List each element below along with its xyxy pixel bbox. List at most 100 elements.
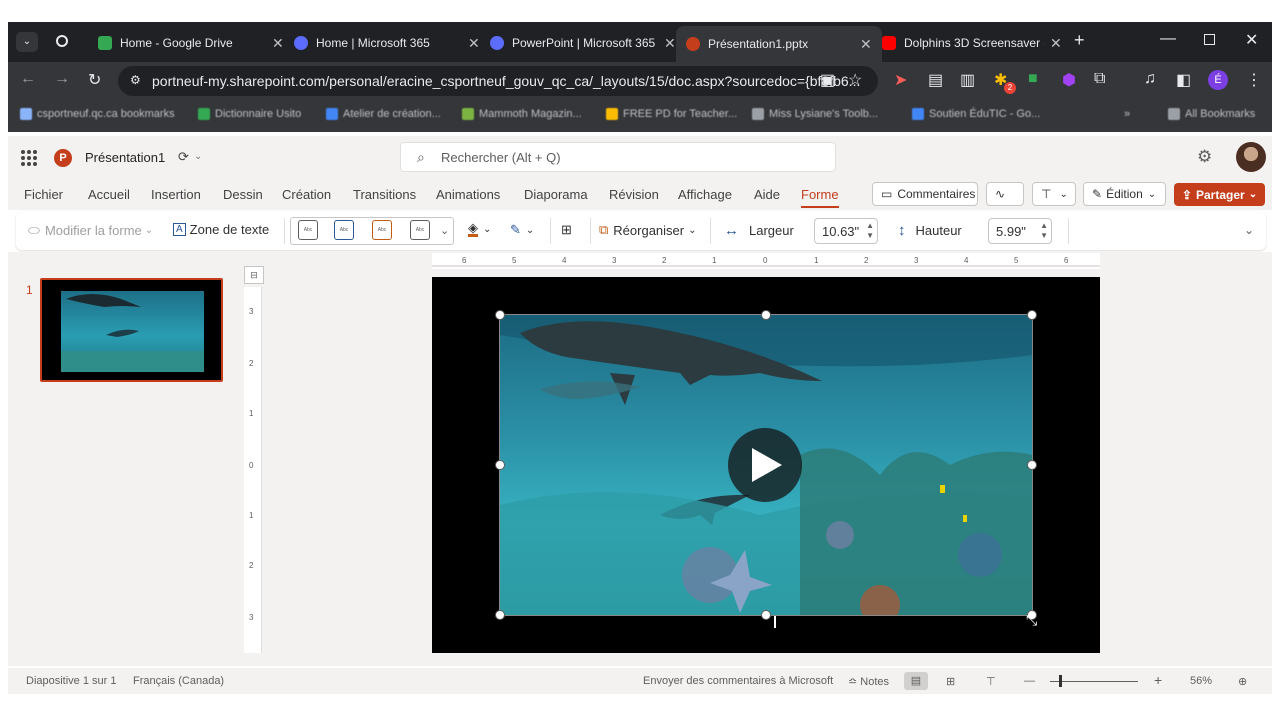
extension-green-icon[interactable]: ■	[1028, 70, 1038, 88]
shape-fill-button[interactable]: ◈ ⌄	[468, 221, 491, 237]
tab-fichier[interactable]: Fichier	[24, 187, 63, 202]
zoom-level[interactable]: 56%	[1190, 675, 1212, 687]
settings-gear-icon[interactable]: ⚙	[1197, 147, 1212, 167]
close-icon[interactable]: ✕	[664, 35, 676, 52]
resize-handle-top-left[interactable]	[495, 310, 505, 320]
tab-insertion[interactable]: Insertion	[151, 187, 201, 202]
width-input[interactable]: 10.63" ▲ ▼	[814, 218, 878, 244]
zoom-out-icon[interactable]: —	[1024, 675, 1035, 687]
bookmark-item[interactable]: Atelier de création...	[326, 108, 441, 120]
notes-button[interactable]: ≏ Notes	[848, 675, 889, 688]
text-box-button[interactable]: A Zone de texte	[173, 222, 269, 237]
chevron-down-icon[interactable]: ⌄	[194, 151, 202, 162]
arrange-button[interactable]: ⧉ Réorganiser ⌄	[599, 222, 697, 238]
reading-view-icon[interactable]: ⊤	[986, 675, 996, 688]
zoom-in-icon[interactable]: +	[1154, 672, 1162, 688]
height-input[interactable]: 5.99" ▲ ▼	[988, 218, 1052, 244]
minimize-icon[interactable]: —	[1160, 30, 1176, 48]
close-icon[interactable]: ✕	[860, 36, 872, 53]
zoom-slider[interactable]	[1050, 681, 1138, 682]
extension-arrow-icon[interactable]: ➤	[894, 70, 907, 90]
resize-handle-top-right[interactable]	[1027, 310, 1037, 320]
shape-outline-button[interactable]: ✎ ⌄	[510, 222, 534, 238]
resize-handle-left[interactable]	[495, 460, 505, 470]
close-icon[interactable]: ✕	[1050, 35, 1062, 52]
forward-icon[interactable]: →	[54, 70, 70, 88]
tab-revision[interactable]: Révision	[609, 187, 659, 202]
tab-transitions[interactable]: Transitions	[353, 187, 416, 202]
bookmark-item[interactable]: csportneuf.qc.ca bookmarks	[20, 108, 175, 120]
app-launcher-icon[interactable]	[21, 150, 37, 166]
video-play-button[interactable]	[728, 428, 802, 502]
search-box[interactable]: ⌕ Rechercher (Alt + Q)	[400, 142, 836, 172]
more-bookmarks-icon[interactable]: »	[1124, 108, 1130, 120]
editing-mode-button[interactable]: ✎ Édition ⌄	[1083, 182, 1166, 206]
close-icon[interactable]: ✕	[468, 35, 480, 52]
tab-google-drive[interactable]: Home - Google Drive ✕	[88, 28, 294, 58]
comments-button[interactable]: ▭ Commentaires	[872, 182, 978, 206]
bookmark-item[interactable]: Mammoth Magazin...	[462, 108, 582, 120]
resize-handle-top[interactable]	[761, 310, 771, 320]
bookmark-item[interactable]: Miss Lysiane's Toolb...	[752, 108, 878, 120]
shape-style-1[interactable]: Abc	[298, 220, 318, 240]
close-window-icon[interactable]: ✕	[1245, 30, 1258, 50]
resize-handle-bottom-left[interactable]	[495, 610, 505, 620]
browser-menu-icon[interactable]: ⋮	[1246, 70, 1262, 90]
tab-presentation-pptx[interactable]: Présentation1.pptx ✕	[676, 26, 882, 62]
language-indicator[interactable]: Français (Canada)	[133, 675, 224, 687]
document-title[interactable]: Présentation1	[85, 150, 165, 165]
tab-dolphins-youtube[interactable]: Dolphins 3D Screensaver - ✕	[872, 28, 1072, 58]
spinner-icon[interactable]: ▲ ▼	[1040, 221, 1048, 241]
fit-to-window-icon[interactable]: ⊕	[1238, 675, 1247, 688]
reload-icon[interactable]: ↻	[88, 70, 101, 90]
tab-accueil[interactable]: Accueil	[88, 187, 130, 202]
tab-search-button[interactable]: ⌄	[16, 32, 38, 52]
resize-handle-bottom[interactable]	[761, 610, 771, 620]
tab-creation[interactable]: Création	[282, 187, 331, 202]
side-panel-icon[interactable]: ◧	[1176, 70, 1191, 90]
slide-sorter-icon[interactable]: ⊞	[946, 675, 955, 688]
tab-animations[interactable]: Animations	[436, 187, 500, 202]
alt-text-button[interactable]: ⊞	[561, 222, 572, 238]
bookmark-item[interactable]: Dictionnaire Usito	[198, 108, 301, 120]
profile-avatar[interactable]: É	[1208, 70, 1228, 90]
tab-microsoft-365[interactable]: Home | Microsoft 365 ✕	[284, 28, 490, 58]
tab-dessin[interactable]: Dessin	[223, 187, 263, 202]
record-icon[interactable]	[56, 35, 68, 47]
media-control-icon[interactable]: ♫	[1144, 70, 1156, 88]
tab-aide[interactable]: Aide	[754, 187, 780, 202]
bookmark-item[interactable]: Soutien ÉduTIC - Go...	[912, 108, 1040, 120]
shape-style-2[interactable]: Abc	[334, 220, 354, 240]
tab-forme[interactable]: Forme	[801, 187, 839, 208]
zoom-slider-thumb[interactable]	[1059, 675, 1062, 687]
modify-shape-button[interactable]: ⬭ Modifier la forme ⌄	[28, 222, 153, 239]
user-avatar[interactable]	[1236, 142, 1266, 172]
gallery-expand-icon[interactable]: ⌄	[440, 224, 449, 237]
extension-gift-icon[interactable]: ▥	[960, 70, 975, 90]
present-button[interactable]: ⊤ ⌄	[1032, 182, 1076, 206]
back-icon[interactable]: ←	[20, 70, 36, 88]
extension-purple-icon[interactable]: ⬢	[1062, 70, 1076, 90]
site-settings-icon[interactable]: ⚙	[130, 73, 141, 87]
address-bar[interactable]: ⚙ portneuf-my.sharepoint.com/personal/er…	[118, 66, 878, 96]
slide-thumbnail[interactable]	[40, 278, 223, 382]
extension-print-icon[interactable]: ▤	[928, 70, 943, 90]
share-button[interactable]: ⇪ Partager ⌄	[1174, 183, 1265, 206]
close-icon[interactable]: ✕	[272, 35, 284, 52]
maximize-icon[interactable]	[1204, 34, 1215, 45]
saved-status-icon[interactable]: ⟳	[178, 149, 189, 165]
resize-handle-right[interactable]	[1027, 460, 1037, 470]
ruler-toggle-icon[interactable]: ⊟	[244, 266, 264, 284]
new-tab-icon[interactable]: +	[1074, 30, 1085, 51]
normal-view-icon[interactable]: ▤	[904, 672, 928, 690]
shape-style-4[interactable]: Abc	[410, 220, 430, 240]
tab-diaporama[interactable]: Diaporama	[524, 187, 588, 202]
install-app-icon[interactable]: ▣	[820, 70, 835, 90]
expand-ribbon-icon[interactable]: ⌄	[1244, 223, 1254, 237]
bookmark-item[interactable]: FREE PD for Teacher...	[606, 108, 737, 120]
shape-style-3[interactable]: Abc	[372, 220, 392, 240]
spinner-icon[interactable]: ▲ ▼	[866, 221, 874, 241]
bookmark-item[interactable]: All Bookmarks	[1168, 108, 1255, 120]
extensions-puzzle-icon[interactable]: ⧉	[1094, 70, 1105, 88]
feedback-link[interactable]: Envoyer des commentaires à Microsoft	[643, 675, 833, 687]
